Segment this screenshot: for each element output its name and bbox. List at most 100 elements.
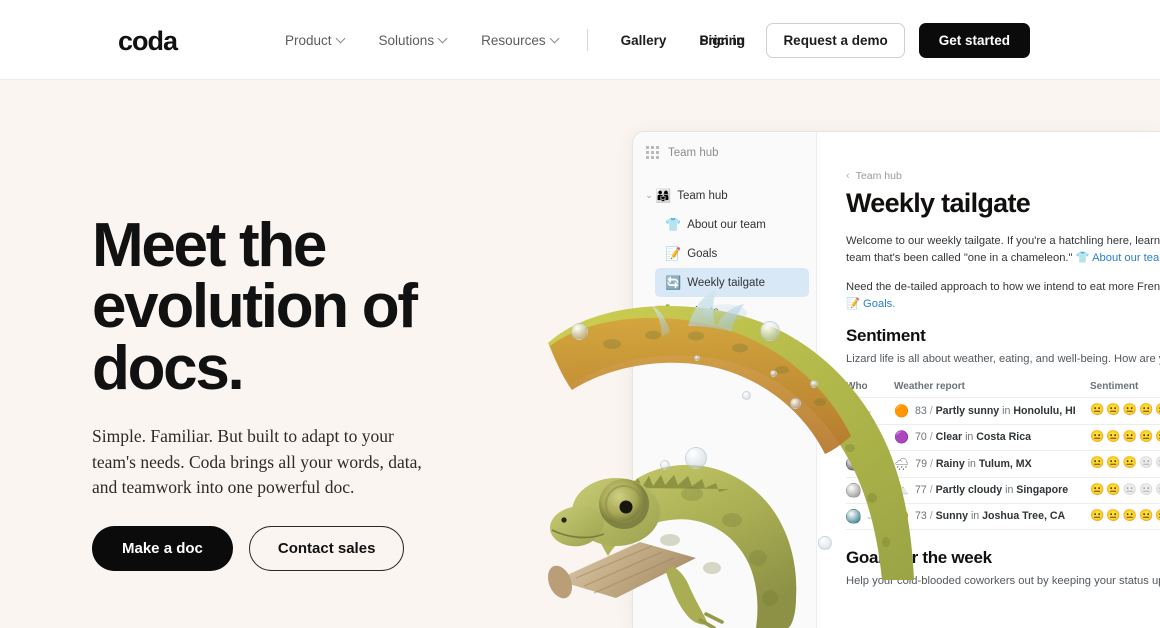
chevron-left-icon: ‹ — [846, 170, 850, 182]
sentiment-face-icon[interactable]: 😐 — [1123, 458, 1137, 470]
cell-who: ⌄ — [846, 403, 894, 419]
chevron-down-icon: ⌄ — [645, 190, 653, 200]
bubble — [770, 370, 777, 377]
sentiment-face-icon[interactable]: 😐 — [1090, 431, 1104, 444]
weather-temp: 79 / Rainy in Tulum, MX — [915, 457, 1032, 470]
sentiment-face-icon[interactable]: 😐 — [1155, 458, 1160, 470]
nav-item-solutions[interactable]: Solutions — [379, 33, 449, 48]
chevron-down-icon[interactable]: ⌄ — [866, 459, 873, 468]
sentiment-heading: Sentiment — [846, 326, 926, 346]
make-a-doc-button[interactable]: Make a doc — [92, 526, 233, 572]
sidebar-item-label: About our team — [687, 218, 766, 231]
cell-sentiment[interactable]: 😐😐😐😐😐 — [1090, 405, 1160, 417]
bubble — [660, 460, 670, 470]
sentiment-face-icon[interactable]: 😐 — [1106, 431, 1120, 444]
sentiment-face-icon[interactable]: 😐 — [1106, 458, 1120, 470]
cell-weather-report: 🟠 83 / Partly sunny in Honolulu, HI — [894, 404, 1090, 418]
sentiment-face-icon[interactable]: 😐 — [1139, 510, 1153, 523]
sidebar-item-research[interactable]: 📘 Research — [633, 326, 816, 355]
sidebar-item-projects[interactable]: 🗂️ Projects — [633, 297, 816, 326]
chevron-down-icon[interactable]: ⌄ — [866, 433, 873, 442]
sentiment-face-icon[interactable]: 😐 — [1123, 484, 1137, 497]
sidebar-item-goals[interactable]: 📝 Goals — [633, 239, 816, 268]
breadcrumb-label: Team hub — [855, 170, 902, 182]
sentiment-face-icon[interactable]: 😐 — [1090, 458, 1104, 470]
sentiment-face-icon[interactable]: 😐 — [1139, 431, 1153, 444]
table-row[interactable]: ⌄🟠73 / Sunny in Joshua Tree, CA😐😐😐😐😐 — [846, 503, 1160, 530]
table-header-row: Who Weather report Sentiment — [846, 381, 1160, 397]
shirt-icon: 👕 — [1075, 252, 1090, 265]
hero-title-line-2: evolution of — [92, 272, 418, 342]
chevron-down-icon — [551, 34, 560, 43]
hero-cta-group: Make a doc Contact sales — [92, 526, 522, 572]
sentiment-face-icon[interactable]: 😐 — [1106, 405, 1120, 417]
cell-sentiment[interactable]: 😐😐😐😐😐 — [1090, 431, 1160, 444]
bubble — [790, 398, 801, 409]
refresh-icon: 🔄 — [665, 274, 682, 290]
sentiment-face-icon[interactable]: 😐 — [1123, 405, 1137, 417]
cell-sentiment[interactable]: 😐😐😐😐😐 — [1090, 484, 1160, 497]
coda-logo[interactable]: coda — [118, 26, 178, 57]
cell-sentiment[interactable]: 😐😐😐😐😐 — [1090, 458, 1160, 470]
sidebar-item-label: Team hub — [677, 189, 728, 202]
sidebar-item-about-our-team[interactable]: 👕 About our team — [633, 210, 816, 239]
sentiment-face-icon[interactable]: 😐 — [1106, 510, 1120, 523]
sentiment-description: Lizard life is all about weather, eating… — [846, 353, 1160, 366]
sentiment-face-icon[interactable]: 😐 — [1090, 484, 1104, 497]
sentiment-face-icon[interactable]: 😐 — [1090, 405, 1104, 417]
weather-icon: ⛅ — [894, 483, 909, 498]
cell-sentiment[interactable]: 😐😐😐😐😐 — [1090, 510, 1160, 523]
top-navigation-bar: coda Product Solutions Resources Gallery… — [0, 0, 1160, 80]
sentiment-face-icon[interactable]: 😐 — [1090, 510, 1104, 523]
avatar — [846, 482, 861, 498]
chevron-down-icon[interactable]: ⌄ — [866, 512, 873, 521]
hero-title-line-3: docs. — [92, 333, 245, 403]
grid-menu-icon — [646, 146, 659, 159]
table-row[interactable]: ⌄⛅77 / Partly cloudy in Singapore😐😐😐😐😐 — [846, 476, 1160, 504]
hero-content: Meet the evolution of docs. Simple. Fami… — [92, 214, 522, 572]
sentiment-face-icon[interactable]: 😐 — [1123, 510, 1137, 523]
nav-divider — [586, 29, 588, 51]
avatar — [846, 456, 861, 472]
breadcrumb[interactable]: ‹ Team hub — [846, 170, 1160, 182]
table-row[interactable]: ⌄🌧79 / Rainy in Tulum, MX😐😐😐😐😐 — [846, 450, 1160, 477]
chevron-down-icon[interactable]: ⌄ — [866, 406, 873, 415]
table-row[interactable]: ⌄🟣70 / Clear in Costa Rica😐😐😐😐😐 — [846, 423, 1160, 451]
sidebar-item-weekly-tailgate[interactable]: 🔄 Weekly tailgate — [655, 268, 809, 297]
sentiment-face-icon[interactable]: 😐 — [1139, 458, 1153, 470]
request-demo-button[interactable]: Request a demo — [766, 22, 905, 58]
sidebar-workspace-header[interactable]: Team hub — [633, 132, 816, 159]
sidebar-item-team-hub[interactable]: ⌄ 👨‍👩‍👧 Team hub — [633, 181, 816, 210]
goals-link[interactable]: Goals. — [863, 298, 895, 310]
sentiment-face-icon[interactable]: 😐 — [1139, 405, 1153, 417]
sentiment-face-icon[interactable]: 😐 — [1155, 510, 1160, 523]
app-sidebar: Team hub ⌄ 👨‍👩‍👧 Team hub 👕 About our te… — [633, 132, 817, 628]
sentiment-face-icon[interactable]: 😐 — [1106, 484, 1120, 497]
sentiment-face-icon[interactable]: 😐 — [1155, 405, 1160, 417]
sentiment-face-icon[interactable]: 😐 — [1155, 484, 1160, 497]
weather-temp: 77 / Partly cloudy in Singapore — [914, 484, 1069, 497]
cell-who: ⌄ — [846, 456, 894, 472]
sidebar-item-label: Goals — [687, 247, 718, 260]
chevron-down-icon — [337, 34, 346, 43]
sentiment-face-icon[interactable]: 😐 — [1155, 431, 1160, 444]
sign-in-link[interactable]: Sign in — [699, 33, 744, 48]
cell-weather-report: 🟠 73 / Sunny in Joshua Tree, CA — [894, 509, 1090, 523]
book-icon: 📘 — [655, 332, 672, 348]
nav-item-resources-label: Resources — [481, 32, 546, 48]
checklist-icon: 📝 — [846, 298, 860, 311]
weather-icon: 🟠 — [894, 403, 909, 418]
nav-item-resources[interactable]: Resources — [481, 33, 560, 48]
contact-sales-button[interactable]: Contact sales — [248, 526, 405, 572]
sentiment-face-icon[interactable]: 😐 — [1123, 431, 1137, 444]
app-preview-window: Team hub ⌄ 👨‍👩‍👧 Team hub 👕 About our te… — [632, 131, 1160, 628]
bubble — [810, 380, 818, 388]
nav-item-product[interactable]: Product — [285, 33, 346, 48]
nav-item-gallery[interactable]: Gallery — [621, 33, 667, 48]
about-our-team-link[interactable]: About our team — [1092, 252, 1160, 264]
table-row[interactable]: ⌄🟠83 / Partly sunny in Honolulu, HI😐😐😐😐😐 — [846, 397, 1160, 424]
doc-intro-paragraph: Welcome to our weekly tailgate. If you'r… — [846, 233, 1160, 268]
get-started-button[interactable]: Get started — [918, 22, 1030, 58]
sentiment-face-icon[interactable]: 😐 — [1139, 484, 1153, 497]
chevron-down-icon[interactable]: ⌄ — [866, 486, 873, 495]
